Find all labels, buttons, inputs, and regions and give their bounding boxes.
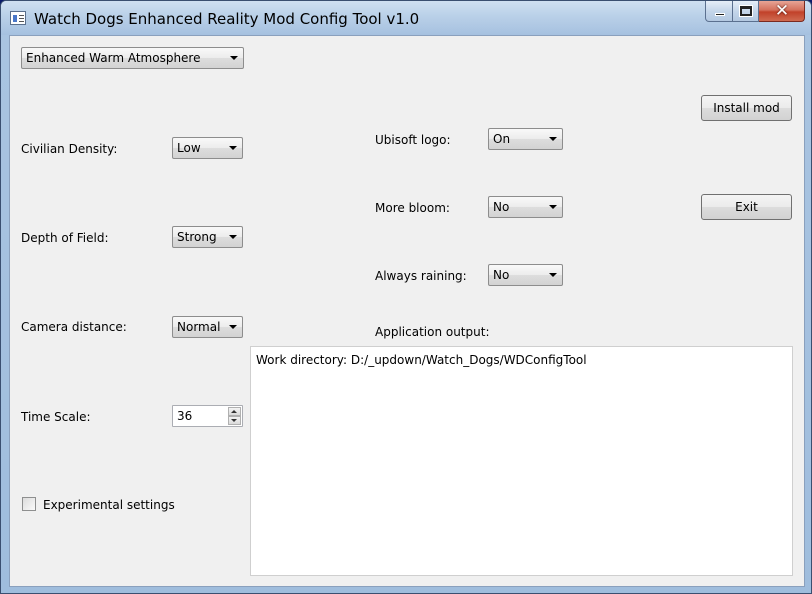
more-bloom-dropdown[interactable]: No [488, 196, 563, 218]
client-area: Enhanced Warm Atmosphere Install mod Civ… [9, 35, 805, 587]
output-line: Work directory: D:/_updown/Watch_Dogs/WD… [256, 353, 587, 367]
experimental-settings-label[interactable]: Experimental settings [43, 498, 175, 512]
arrow-up-icon [231, 410, 237, 413]
chevron-down-icon [229, 325, 237, 329]
close-icon: ✕ [774, 1, 790, 21]
spin-buttons [228, 407, 241, 425]
preset-dropdown[interactable]: Enhanced Warm Atmosphere [21, 47, 244, 69]
app-window-icon[interactable] [10, 11, 26, 25]
more-bloom-label: More bloom: [375, 201, 450, 215]
caption-buttons: ✕ [705, 1, 805, 23]
exit-button[interactable]: Exit [701, 194, 792, 220]
more-bloom-value: No [493, 200, 510, 214]
experimental-settings-checkbox[interactable] [22, 497, 36, 511]
civilian-density-dropdown[interactable]: Low [172, 137, 243, 159]
minimize-button[interactable] [705, 1, 733, 22]
depth-of-field-label: Depth of Field: [21, 231, 109, 245]
civilian-density-value: Low [177, 141, 201, 155]
window-title: Watch Dogs Enhanced Reality Mod Config T… [34, 10, 420, 28]
time-scale-value: 36 [177, 409, 193, 423]
spin-up-button[interactable] [228, 407, 241, 416]
always-raining-value: No [493, 268, 510, 282]
ubisoft-logo-dropdown[interactable]: On [488, 128, 563, 150]
application-output-textarea[interactable]: Work directory: D:/_updown/Watch_Dogs/WD… [250, 346, 793, 576]
time-scale-spinbox[interactable]: 36 [172, 405, 243, 427]
application-output-label: Application output: [375, 325, 490, 339]
arrow-down-icon [231, 419, 237, 422]
ubisoft-logo-label: Ubisoft logo: [375, 133, 451, 147]
time-scale-label: Time Scale: [21, 410, 91, 424]
always-raining-label: Always raining: [375, 269, 467, 283]
civilian-density-label: Civilian Density: [21, 142, 118, 156]
install-mod-button[interactable]: Install mod [701, 95, 792, 121]
chevron-down-icon [549, 273, 557, 277]
close-button[interactable]: ✕ [759, 1, 805, 22]
camera-distance-value: Normal [177, 320, 221, 334]
app-window: Watch Dogs Enhanced Reality Mod Config T… [0, 0, 812, 594]
maximize-icon [739, 5, 753, 17]
preset-value: Enhanced Warm Atmosphere [26, 51, 201, 65]
chevron-down-icon [549, 137, 557, 141]
chevron-down-icon [229, 146, 237, 150]
ubisoft-logo-value: On [493, 132, 511, 146]
depth-of-field-dropdown[interactable]: Strong [172, 226, 243, 248]
maximize-button[interactable] [733, 1, 759, 22]
camera-distance-dropdown[interactable]: Normal [172, 316, 243, 338]
minimize-icon [715, 13, 725, 16]
title-bar[interactable]: Watch Dogs Enhanced Reality Mod Config T… [1, 1, 811, 35]
chevron-down-icon [229, 235, 237, 239]
always-raining-dropdown[interactable]: No [488, 264, 563, 286]
depth-of-field-value: Strong [177, 230, 217, 244]
camera-distance-label: Camera distance: [21, 320, 127, 334]
spin-down-button[interactable] [228, 416, 241, 425]
chevron-down-icon [230, 56, 238, 60]
chevron-down-icon [549, 205, 557, 209]
